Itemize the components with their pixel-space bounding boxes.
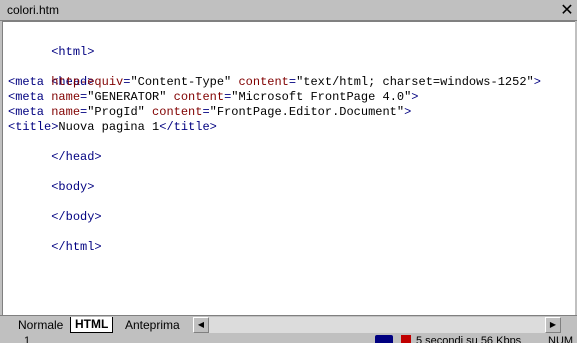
code-value: "GENERATOR": [87, 90, 167, 104]
code-tag: =: [288, 75, 297, 89]
tab-html[interactable]: HTML: [70, 317, 114, 333]
code-line: </head>: [8, 135, 101, 164]
document-title-bar: colori.htm ✕: [0, 0, 577, 21]
code-line: <body>: [8, 165, 94, 194]
code-line: <meta http-equiv="Content-Type" content=…: [8, 75, 541, 90]
code-attribute: content: [144, 105, 203, 119]
code-tag: </head>: [51, 150, 102, 164]
scrollbar-corner: [561, 317, 577, 333]
code-tag: </body>: [51, 210, 102, 224]
code-line: <head>: [8, 60, 94, 89]
code-tag: <html>: [51, 45, 95, 59]
code-line: <meta name="GENERATOR" content="Microsof…: [8, 90, 419, 105]
code-line: </body>: [8, 195, 101, 224]
code-value: "Content-Type": [130, 75, 232, 89]
tab-normale[interactable]: Normale: [14, 317, 67, 333]
scroll-left-icon[interactable]: ◀: [193, 317, 209, 333]
code-tag: </html>: [51, 240, 102, 254]
code-tag: <meta: [8, 90, 52, 104]
code-value: "FrontPage.Editor.Document": [209, 105, 405, 119]
code-attribute: http-equiv: [51, 75, 124, 89]
code-value: "text/html; charset=windows-1252": [296, 75, 534, 89]
code-attribute: content: [166, 90, 225, 104]
download-time-icon: [401, 335, 411, 343]
connection-icon: [375, 335, 393, 343]
status-download-time: 5 secondi su 56 Kbps: [416, 335, 522, 343]
code-tag: <title>: [8, 120, 59, 134]
document-title: colori.htm: [7, 3, 60, 17]
horizontal-scrollbar[interactable]: ◀ ▶: [193, 317, 561, 333]
code-attribute: content: [231, 75, 289, 89]
code-tag: </title>: [159, 120, 217, 134]
tab-anteprima[interactable]: Anteprima: [121, 317, 184, 333]
html-code-editor[interactable]: <html> <head> <meta http-equiv = "Content-…: [2, 21, 575, 315]
code-line: </html>: [8, 225, 101, 254]
code-tag: <body>: [51, 180, 95, 194]
code-line: <html>: [8, 30, 94, 59]
code-attribute: name: [51, 105, 81, 119]
scroll-right-icon[interactable]: ▶: [545, 317, 561, 333]
status-num-lock: NUM: [548, 335, 574, 343]
code-value: "Microsoft FrontPage 4.0": [231, 90, 412, 104]
editor-window: colori.htm ✕ <html> <head> <meta http-eq…: [0, 0, 577, 343]
code-value: "ProgId": [87, 105, 145, 119]
status-bar: 1 5 secondi su 56 Kbps NUM: [0, 334, 577, 343]
close-icon[interactable]: ✕: [559, 2, 575, 18]
code-attribute: name: [51, 90, 81, 104]
code-tag: >: [533, 75, 541, 89]
code-tag: >: [404, 105, 412, 119]
code-tag: <meta: [8, 105, 52, 119]
code-tag: <meta: [8, 75, 52, 89]
code-line: <meta name="ProgId" content="FrontPage.E…: [8, 105, 411, 120]
code-text: Nuova pagina 1: [58, 120, 160, 134]
view-tab-strip: Normale HTML Anteprima ◀ ▶: [0, 315, 577, 334]
code-tag: =: [202, 105, 210, 119]
code-tag: >: [411, 90, 419, 104]
status-line-number: 1: [24, 335, 31, 343]
code-line: <title>Nuova pagina 1</title>: [8, 120, 217, 135]
